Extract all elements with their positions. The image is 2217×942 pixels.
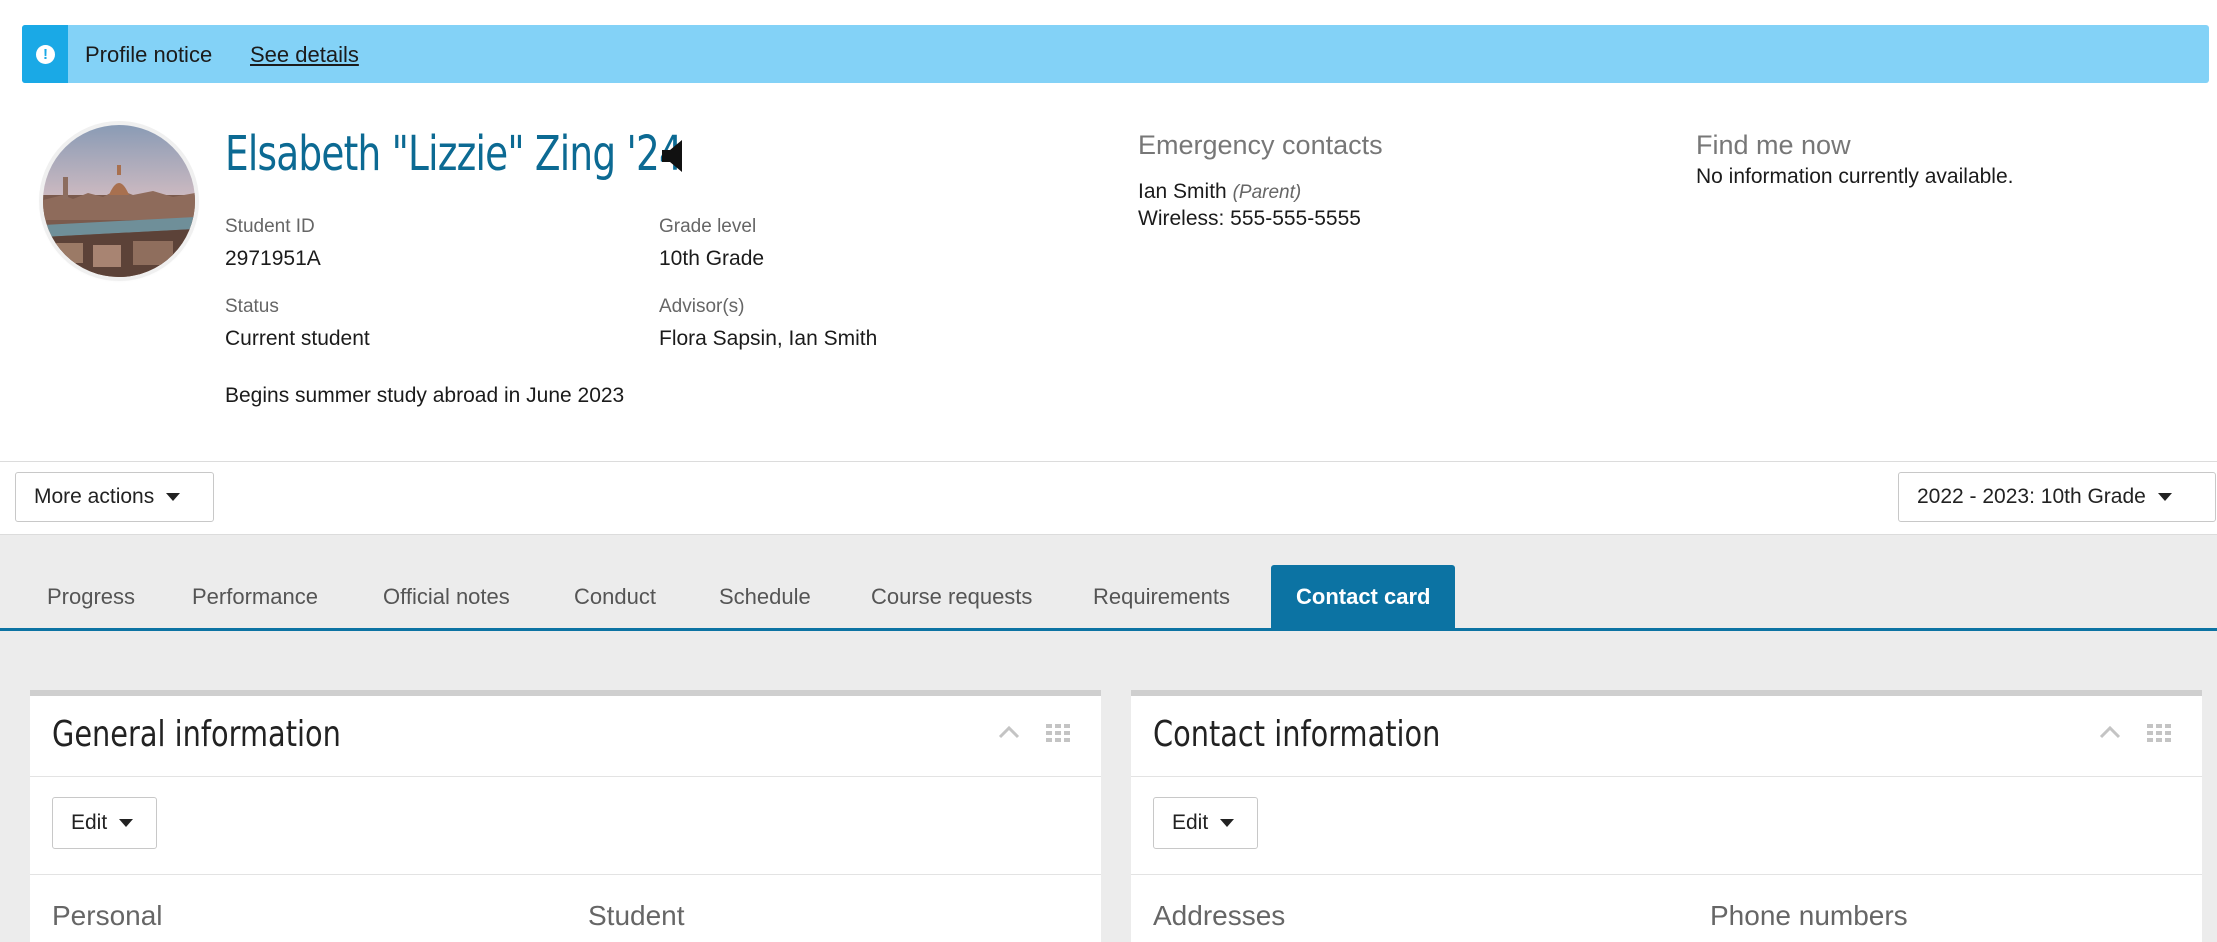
tab-performance[interactable]: Performance — [167, 565, 343, 629]
status-value: Current student — [225, 327, 370, 350]
advisors-value: Flora Sapsin, Ian Smith — [659, 327, 878, 350]
emergency-contact: Ian Smith (Parent) — [1138, 180, 1301, 204]
personal-section-title: Personal — [52, 900, 163, 931]
more-actions-label: More actions — [34, 485, 155, 508]
profile-notice-banner: ! Profile notice See details — [22, 25, 2209, 83]
grid-handle-icon[interactable] — [1046, 724, 1070, 747]
find-me-now-text: No information currently available. — [1696, 165, 2014, 188]
contact-edit-button[interactable]: Edit — [1153, 797, 1258, 849]
emergency-contact-name[interactable]: Ian Smith — [1138, 180, 1227, 203]
year-select[interactable]: 2022 - 2023: 10th Grade — [1898, 472, 2216, 522]
caret-down-icon — [119, 819, 134, 828]
student-id-label: Student ID — [225, 216, 315, 237]
panel-toolbar-divider — [1131, 874, 2202, 875]
general-information-panel: General information Edit Personal Studen… — [30, 690, 1101, 942]
emergency-contact-phone: Wireless: 555-555-5555 — [1138, 207, 1361, 230]
tab-contact-card[interactable]: Contact card — [1271, 565, 1456, 629]
emergency-contacts-title: Emergency contacts — [1138, 130, 1383, 160]
exclamation-circle-icon: ! — [36, 45, 55, 64]
tab-conduct[interactable]: Conduct — [549, 565, 681, 629]
year-select-value: 2022 - 2023: 10th Grade — [1917, 485, 2146, 508]
find-me-now-title: Find me now — [1696, 130, 1851, 160]
student-name: Elsabeth "Lizzie" Zing '24 — [225, 126, 683, 182]
student-section-title: Student — [588, 900, 685, 931]
general-edit-button[interactable]: Edit — [52, 797, 157, 849]
see-details-link[interactable]: See details — [250, 42, 359, 68]
grade-level-label: Grade level — [659, 216, 757, 237]
contact-information-title: Contact information — [1153, 714, 1441, 755]
panel-header-divider — [1131, 776, 2202, 777]
notice-title: Profile notice — [85, 42, 213, 67]
toolbar-top-divider — [0, 461, 2217, 462]
tab-course-requests[interactable]: Course requests — [846, 565, 1057, 629]
more-actions-button[interactable]: More actions — [15, 472, 214, 522]
status-label: Status — [225, 296, 279, 317]
addresses-section-title: Addresses — [1153, 900, 1286, 931]
collapse-chevron-icon[interactable] — [998, 724, 1020, 745]
tab-progress[interactable]: Progress — [22, 565, 160, 629]
collapse-chevron-icon[interactable] — [2099, 724, 2121, 745]
tab-requirements[interactable]: Requirements — [1068, 565, 1255, 629]
caret-down-icon — [2157, 493, 2172, 502]
tab-schedule[interactable]: Schedule — [694, 565, 836, 629]
notice-icon-box: ! — [22, 25, 68, 83]
profile-note: Begins summer study abroad in June 2023 — [225, 384, 625, 407]
speaker-icon[interactable] — [660, 138, 688, 179]
phone-numbers-section-title: Phone numbers — [1710, 900, 1908, 931]
caret-down-icon — [166, 493, 181, 502]
grade-level-value: 10th Grade — [659, 247, 765, 270]
panel-toolbar-divider — [30, 874, 1101, 875]
contact-edit-label: Edit — [1172, 811, 1209, 834]
caret-down-icon — [1220, 819, 1235, 828]
advisors-label: Advisor(s) — [659, 296, 745, 317]
tab-official-notes[interactable]: Official notes — [358, 565, 535, 629]
tab-underline — [0, 628, 2217, 631]
student-id-value: 2971951A — [225, 247, 321, 270]
grid-handle-icon[interactable] — [2147, 724, 2171, 747]
contact-information-panel: Contact information Edit Addresses Phone… — [1131, 690, 2202, 942]
avatar-photo — [43, 125, 195, 277]
general-edit-label: Edit — [71, 811, 108, 834]
general-information-title: General information — [52, 714, 341, 755]
avatar — [43, 125, 195, 277]
panel-header-divider — [30, 776, 1101, 777]
emergency-contact-relation: (Parent) — [1232, 182, 1302, 203]
